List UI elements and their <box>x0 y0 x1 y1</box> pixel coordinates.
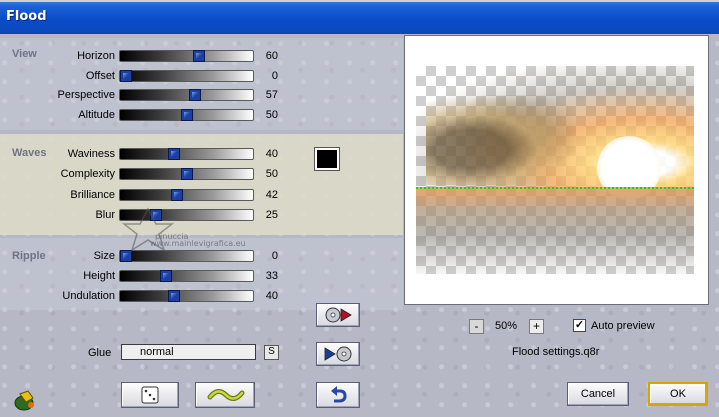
horizon-label: Horizon <box>77 50 115 62</box>
complexity-slider-thumb[interactable] <box>181 168 193 180</box>
wave-color-swatch[interactable] <box>314 147 340 171</box>
blur-value: 25 <box>265 209 278 221</box>
blur-slider-thumb[interactable] <box>150 209 162 221</box>
undulation-value: 40 <box>265 290 278 302</box>
altitude-value: 50 <box>265 109 278 121</box>
zoom-level: 50% <box>495 320 518 332</box>
perspective-label: Perspective <box>57 89 115 101</box>
wave-icon <box>207 389 245 401</box>
waviness-value: 40 <box>265 148 278 160</box>
blur-slider[interactable] <box>119 209 254 221</box>
height-label: Height <box>83 270 115 282</box>
brilliance-slider[interactable] <box>119 189 254 201</box>
watermark-url: www.mainlevigrafica.eu <box>150 239 246 248</box>
horizon-slider[interactable] <box>119 50 254 62</box>
offset-value: 0 <box>271 70 278 82</box>
offset-slider-thumb[interactable] <box>120 70 132 82</box>
horizon-value: 60 <box>265 50 278 62</box>
save-preset-button[interactable] <box>316 342 360 366</box>
flood-dialog: Flood View Horizon 60 Offset 0 Perspecti… <box>0 0 719 417</box>
preview-water <box>416 187 694 274</box>
brilliance-slider-thumb[interactable] <box>171 189 183 201</box>
altitude-slider-thumb[interactable] <box>181 109 193 121</box>
paint-bucket-icon <box>14 390 34 411</box>
altitude-label: Altitude <box>78 109 115 121</box>
undulation-slider[interactable] <box>119 290 254 302</box>
complexity-value: 50 <box>265 168 278 180</box>
size-label: Size <box>93 250 115 262</box>
offset-label: Offset <box>85 70 115 82</box>
blur-label: Blur <box>95 209 115 221</box>
altitude-slider[interactable] <box>119 109 254 121</box>
glue-label: Glue <box>88 347 112 359</box>
complexity-label: Complexity <box>60 168 115 180</box>
size-value: 0 <box>271 250 278 262</box>
undulation-label: Undulation <box>62 290 115 302</box>
cancel-button[interactable]: Cancel <box>567 382 629 406</box>
zoom-in-button[interactable]: + <box>529 319 544 334</box>
waviness-slider-thumb[interactable] <box>168 148 180 160</box>
height-slider-thumb[interactable] <box>160 270 172 282</box>
auto-preview-label[interactable]: Auto preview <box>591 320 655 332</box>
undulation-slider-thumb[interactable] <box>168 290 180 302</box>
window-title: Flood <box>6 9 47 24</box>
disc-save-icon <box>324 346 352 362</box>
height-slider[interactable] <box>119 270 254 282</box>
auto-preview-checkbox[interactable]: ✓ <box>573 319 586 332</box>
offset-slider[interactable] <box>119 70 254 82</box>
undo-arrow-icon <box>331 386 347 403</box>
preview-clouds <box>426 95 576 185</box>
height-value: 33 <box>265 270 278 282</box>
complexity-slider[interactable] <box>119 168 254 180</box>
perspective-slider[interactable] <box>119 89 254 101</box>
ok-button[interactable]: OK <box>648 382 708 406</box>
disc-load-icon <box>325 307 352 323</box>
settings-filename: Flood settings.q8r <box>512 346 600 358</box>
horizon-guide-line[interactable] <box>416 187 694 189</box>
horizon-slider-thumb[interactable] <box>193 50 205 62</box>
perspective-value: 57 <box>265 89 278 101</box>
waviness-slider[interactable] <box>119 148 254 160</box>
perspective-slider-thumb[interactable] <box>189 89 201 101</box>
brilliance-label: Brilliance <box>70 189 115 201</box>
title-bar[interactable]: Flood <box>0 0 719 34</box>
load-preset-button[interactable] <box>316 303 360 327</box>
glue-settings-button[interactable]: S <box>264 345 279 360</box>
size-slider-thumb[interactable] <box>120 250 132 262</box>
reset-button[interactable] <box>195 382 255 408</box>
dice-icon <box>141 386 159 404</box>
window-top-strip <box>0 0 719 2</box>
brilliance-value: 42 <box>265 189 278 201</box>
randomize-button[interactable] <box>121 382 179 408</box>
glue-dropdown[interactable]: normal <box>121 344 256 360</box>
waviness-label: Waviness <box>67 148 115 160</box>
size-slider[interactable] <box>119 250 254 262</box>
undo-button[interactable] <box>316 382 360 408</box>
zoom-out-button[interactable]: - <box>469 319 484 334</box>
